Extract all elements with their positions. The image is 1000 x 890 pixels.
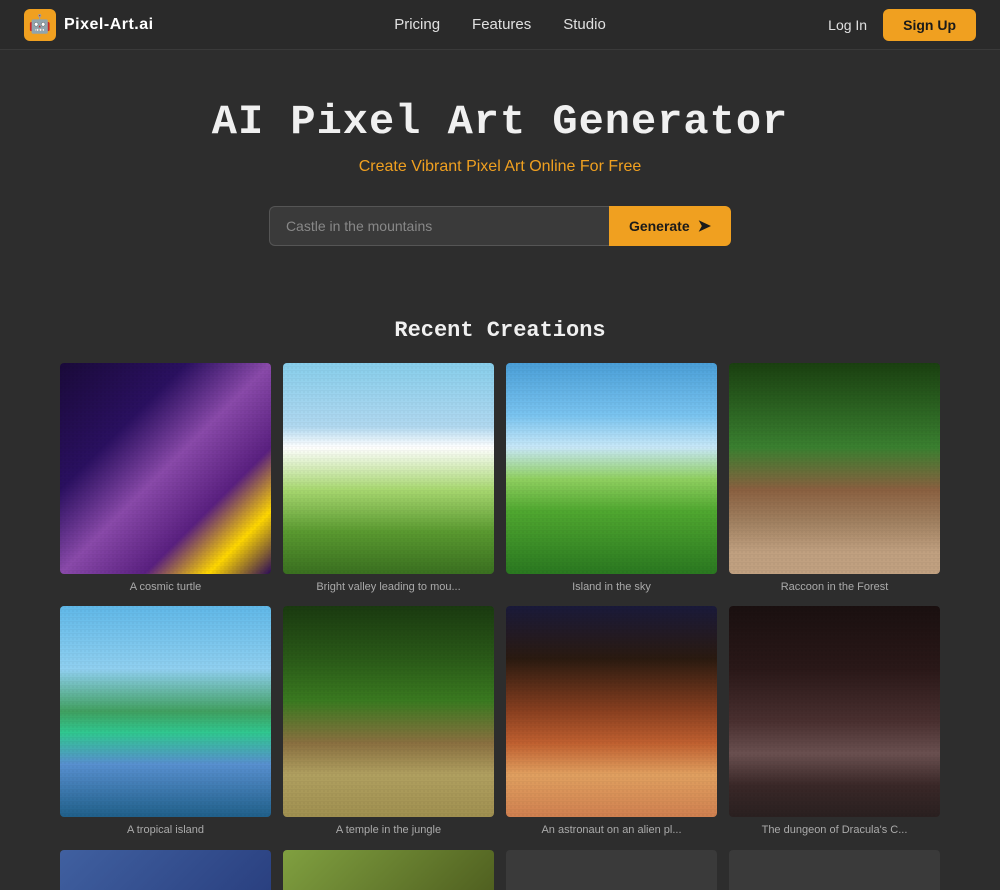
hero-title: AI Pixel Art Generator bbox=[20, 98, 980, 146]
gallery-image-bright-valley bbox=[283, 363, 494, 574]
gallery-item-raccoon-forest[interactable]: Raccoon in the Forest bbox=[729, 363, 940, 594]
gallery-caption-astronaut: An astronaut on an alien pl... bbox=[506, 823, 717, 837]
gallery-item-cosmic-turtle[interactable]: A cosmic turtle bbox=[60, 363, 271, 594]
signup-button[interactable]: Sign Up bbox=[883, 9, 976, 41]
recent-creations-title: Recent Creations bbox=[20, 318, 980, 343]
logo[interactable]: 🤖 Pixel-Art.ai bbox=[24, 9, 154, 41]
gallery-caption-temple-jungle: A temple in the jungle bbox=[283, 823, 494, 837]
gallery-image-astronaut bbox=[506, 606, 717, 817]
gallery-partial-row bbox=[20, 850, 980, 890]
gallery-caption-island-sky: Island in the sky bbox=[506, 580, 717, 594]
logo-text: Pixel-Art.ai bbox=[64, 16, 154, 34]
nav-link-pricing[interactable]: Pricing bbox=[394, 16, 440, 33]
gallery-item-bright-valley[interactable]: Bright valley leading to mou... bbox=[283, 363, 494, 594]
gallery-item-dungeon[interactable]: The dungeon of Dracula's C... bbox=[729, 606, 940, 837]
gallery-caption-raccoon-forest: Raccoon in the Forest bbox=[729, 580, 940, 594]
nav-actions: Log In Sign Up bbox=[828, 9, 976, 41]
generate-button[interactable]: Generate ➤ bbox=[609, 206, 731, 246]
gallery-caption-cosmic-turtle: A cosmic turtle bbox=[60, 580, 271, 594]
hero-section: AI Pixel Art Generator Create Vibrant Pi… bbox=[0, 50, 1000, 318]
gallery-caption-dungeon: The dungeon of Dracula's C... bbox=[729, 823, 940, 837]
partial-image-1 bbox=[60, 850, 271, 890]
nav-link-features[interactable]: Features bbox=[472, 16, 531, 33]
gallery-image-tropical-island bbox=[60, 606, 271, 817]
nav-links: Pricing Features Studio bbox=[394, 16, 606, 33]
gallery-image-dungeon bbox=[729, 606, 940, 817]
gallery-item-temple-jungle[interactable]: A temple in the jungle bbox=[283, 606, 494, 837]
search-area: Generate ➤ bbox=[20, 206, 980, 246]
prompt-input[interactable] bbox=[269, 206, 609, 246]
gallery-item-astronaut[interactable]: An astronaut on an alien pl... bbox=[506, 606, 717, 837]
gallery-image-island-sky bbox=[506, 363, 717, 574]
gallery-caption-tropical-island: A tropical island bbox=[60, 823, 271, 837]
partial-image-2 bbox=[283, 850, 494, 890]
nav-link-studio[interactable]: Studio bbox=[563, 16, 606, 33]
gallery-item-tropical-island[interactable]: A tropical island bbox=[60, 606, 271, 837]
hero-subtitle: Create Vibrant Pixel Art Online For Free bbox=[20, 158, 980, 176]
login-button[interactable]: Log In bbox=[828, 17, 867, 33]
gallery-item-island-sky[interactable]: Island in the sky bbox=[506, 363, 717, 594]
gallery-image-cosmic-turtle bbox=[60, 363, 271, 574]
navbar: 🤖 Pixel-Art.ai Pricing Features Studio L… bbox=[0, 0, 1000, 50]
recent-creations-section: Recent Creations A cosmic turtle Bright … bbox=[0, 318, 1000, 890]
logo-icon: 🤖 bbox=[24, 9, 56, 41]
generate-label: Generate bbox=[629, 218, 690, 234]
gallery-image-temple-jungle bbox=[283, 606, 494, 817]
gallery-caption-bright-valley: Bright valley leading to mou... bbox=[283, 580, 494, 594]
gallery-image-raccoon-forest bbox=[729, 363, 940, 574]
arrow-icon: ➤ bbox=[698, 216, 711, 236]
gallery-grid: A cosmic turtle Bright valley leading to… bbox=[20, 363, 980, 838]
partial-image-4 bbox=[729, 850, 940, 890]
partial-image-3 bbox=[506, 850, 717, 890]
